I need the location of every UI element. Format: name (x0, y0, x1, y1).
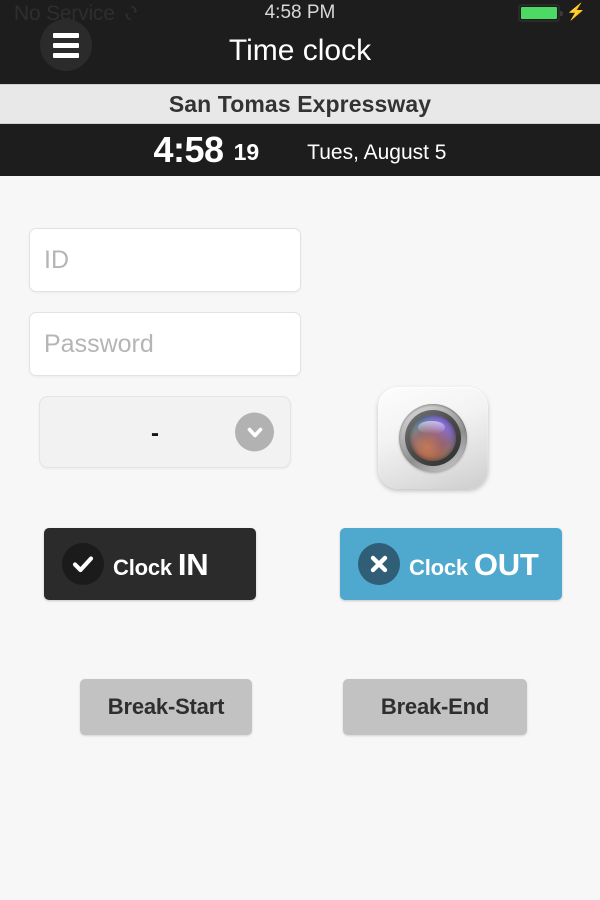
clock-out-label-small: Clock (409, 554, 468, 580)
location-bar: San Tomas Expressway (0, 84, 600, 124)
current-date: Tues, August 5 (307, 140, 447, 164)
current-seconds: 19 (233, 138, 260, 165)
chevron-down-icon[interactable] (235, 412, 274, 452)
nav-bar: Time clock (0, 19, 600, 84)
location-name: San Tomas Expressway (168, 90, 432, 117)
break-start-label: Break-Start (107, 694, 225, 719)
select-selected-value: - (151, 420, 159, 447)
break-end-label: Break-End (380, 694, 490, 719)
camera-lens-icon[interactable] (378, 387, 488, 489)
status-bar-right: ⚡ (518, 4, 586, 22)
checkmark-icon (62, 543, 104, 585)
break-end-button[interactable]: Break-End (343, 679, 527, 735)
id-placeholder: ID (44, 245, 69, 274)
clock-in-label: Clock IN (113, 546, 209, 582)
password-field[interactable]: Password (29, 312, 301, 376)
sync-icon (123, 4, 139, 22)
main-content: ID Password - Clock IN Clock OUT Break-S… (0, 176, 600, 900)
cross-x-icon (358, 543, 400, 585)
clock-out-label-large: OUT (473, 546, 539, 582)
current-time: 4:58 (153, 129, 225, 170)
clock-in-button[interactable]: Clock IN (44, 528, 256, 600)
battery-full-icon (518, 4, 564, 22)
break-start-button[interactable]: Break-Start (80, 679, 252, 735)
camera-inner-ring (405, 410, 461, 466)
camera-outer-ring (399, 404, 467, 472)
id-field[interactable]: ID (29, 228, 301, 292)
password-placeholder: Password (44, 329, 154, 358)
clock-out-label: Clock OUT (409, 546, 539, 582)
clock-out-button[interactable]: Clock OUT (340, 528, 562, 600)
status-bar: No Service 4:58 PM ⚡ (0, 0, 600, 26)
clock-bar: 4:58 19 Tues, August 5 (0, 124, 600, 176)
page-title: Time clock (228, 34, 372, 67)
department-select[interactable]: - (39, 396, 291, 468)
clock-in-label-large: IN (177, 546, 209, 582)
clock-in-label-small: Clock (113, 554, 172, 580)
login-form: ID Password - (29, 228, 301, 468)
camera-lens-glass (410, 415, 456, 461)
lightning-bolt-icon: ⚡ (566, 4, 586, 21)
